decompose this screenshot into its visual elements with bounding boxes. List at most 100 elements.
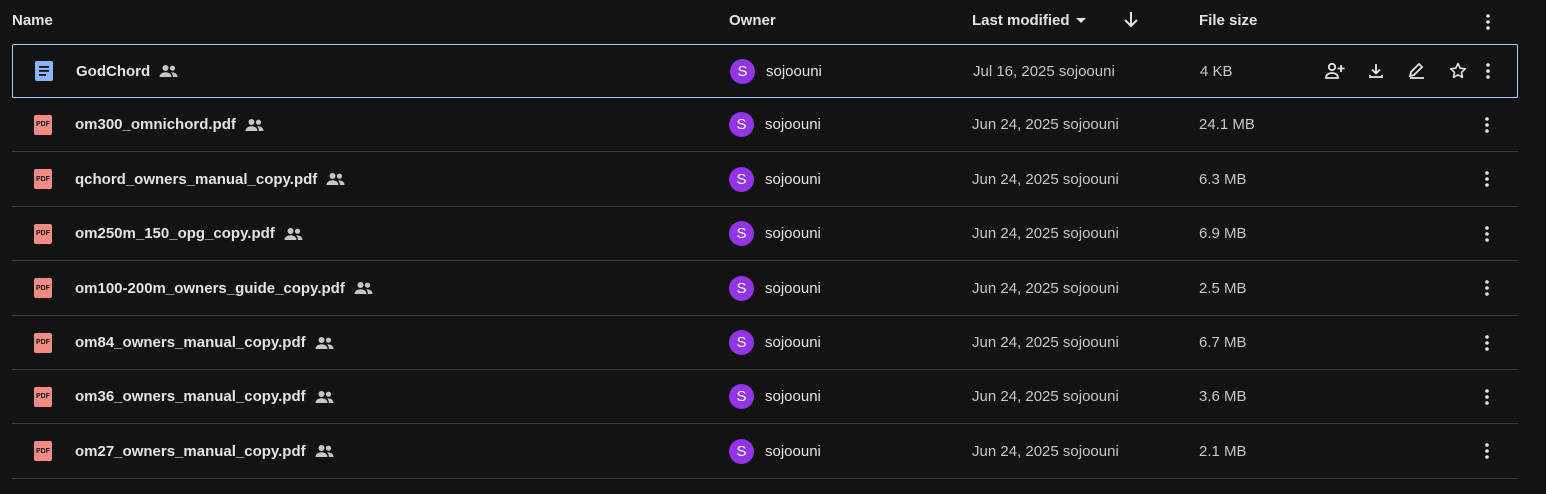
owner-name: sojoouni [765, 442, 821, 460]
row-actions [1314, 45, 1478, 97]
more-vert-icon[interactable] [1477, 98, 1497, 151]
avatar: S [729, 438, 754, 464]
owner-name: sojoouni [765, 116, 821, 134]
shared-people-icon [354, 281, 373, 295]
file-name-cell[interactable]: om300_omnichord.pdf [75, 98, 264, 151]
owner-name: sojoouni [765, 388, 821, 406]
last-modified-cell: Jun 24, 2025 sojoouni [972, 170, 1119, 188]
file-name: om36_owners_manual_copy.pdf [75, 388, 306, 406]
more-vert-icon[interactable] [1477, 153, 1497, 206]
table-row[interactable]: PDF om300_omnichord.pdf Ssojoouni Jun 24, 2… [12, 98, 1518, 153]
owner-cell: Ssojoouni [729, 370, 821, 423]
table-row[interactable]: PDF om250m_150_opg_copy.pdf Ssojoouni Jun 2… [12, 207, 1518, 262]
file-name: om27_owners_manual_copy.pdf [75, 442, 306, 460]
owner-name: sojoouni [765, 225, 821, 243]
more-vert-icon[interactable] [1477, 316, 1497, 369]
file-name-cell[interactable]: GodChord [76, 45, 178, 97]
owner-name: sojoouni [765, 334, 821, 351]
avatar: S [729, 166, 754, 192]
file-size-cell: 24.1 MB [1199, 116, 1255, 134]
last-modified-cell: Jun 24, 2025 sojoouni [972, 388, 1119, 406]
file-name-cell[interactable]: om100-200m_owners_guide_copy.pdf [75, 262, 373, 315]
pdf-icon-label: PDF [34, 169, 52, 190]
shared-people-icon [326, 172, 345, 186]
more-vert-icon[interactable] [1477, 370, 1497, 423]
more-vert-icon[interactable] [1477, 262, 1497, 315]
file-size-cell: 6.9 MB [1199, 225, 1247, 243]
file-name: om84_owners_manual_copy.pdf [75, 334, 306, 351]
pdf-icon-label: PDF [34, 332, 52, 353]
pdf-icon: PDF [34, 262, 52, 315]
pdf-icon-label: PDF [34, 441, 52, 462]
last-modified-cell: Jun 24, 2025 sojoouni [972, 442, 1119, 460]
avatar: S [729, 112, 754, 138]
avatar: S [730, 58, 755, 84]
owner-name: sojoouni [765, 170, 821, 188]
pdf-icon-label: PDF [34, 223, 52, 244]
owner-cell: Ssojoouni [730, 45, 822, 97]
table-row[interactable]: PDF om100-200m_owners_guide_copy.pdf Ssojo… [12, 262, 1518, 316]
rename-icon[interactable] [1396, 62, 1437, 80]
caret-down-icon [1075, 18, 1086, 23]
owner-cell: Ssojoouni [729, 207, 821, 260]
column-header-name[interactable]: Name [12, 12, 53, 29]
shared-people-icon [245, 118, 264, 132]
file-size-cell: 2.1 MB [1199, 442, 1247, 460]
table-row[interactable]: PDF om36_owners_manual_copy.pdf Ssojoouni J… [12, 370, 1518, 425]
last-modified-cell: Jun 24, 2025 sojoouni [972, 225, 1119, 243]
file-size-cell: 2.5 MB [1199, 279, 1247, 297]
avatar: S [729, 384, 754, 410]
file-name-cell[interactable]: om250m_150_opg_copy.pdf [75, 207, 303, 260]
pdf-icon: PDF [34, 370, 52, 423]
file-size-cell: 3.6 MB [1199, 388, 1247, 406]
file-name: om300_omnichord.pdf [75, 116, 236, 134]
owner-cell: Ssojoouni [729, 425, 821, 478]
shared-people-icon [315, 444, 334, 458]
arrow-down-icon[interactable] [1122, 10, 1140, 30]
column-header-owner[interactable]: Owner [729, 12, 776, 29]
file-name: om250m_150_opg_copy.pdf [75, 225, 275, 243]
shared-people-icon [284, 227, 303, 241]
more-vert-icon[interactable] [1478, 12, 1498, 32]
column-header-file-size[interactable]: File size [1199, 12, 1257, 29]
last-modified-cell: Jun 24, 2025 sojoouni [972, 116, 1119, 134]
file-name-cell[interactable]: om27_owners_manual_copy.pdf [75, 425, 334, 478]
column-header-last-modified[interactable]: Last modified [972, 12, 1086, 29]
pdf-icon: PDF [34, 316, 52, 369]
pdf-icon: PDF [34, 207, 52, 260]
file-name-cell[interactable]: om36_owners_manual_copy.pdf [75, 370, 334, 423]
owner-cell: Ssojoouni [729, 98, 821, 151]
last-modified-cell: Jun 24, 2025 sojoouni [972, 334, 1119, 351]
file-name-cell[interactable]: om84_owners_manual_copy.pdf [75, 316, 334, 369]
pdf-icon: PDF [34, 153, 52, 206]
owner-name: sojoouni [765, 279, 821, 297]
file-size-cell: 4 KB [1200, 62, 1233, 80]
column-header-last-modified-label: Last modified [972, 12, 1070, 29]
file-name-cell[interactable]: qchord_owners_manual_copy.pdf [75, 153, 345, 206]
table-row[interactable]: PDF om27_owners_manual_copy.pdf Ssojoouni J… [12, 425, 1518, 479]
avatar: S [729, 221, 754, 247]
last-modified-cell: Jul 16, 2025 sojoouni [973, 62, 1115, 80]
pdf-icon: PDF [34, 98, 52, 151]
shared-people-icon [315, 390, 334, 404]
download-icon[interactable] [1355, 62, 1396, 80]
file-name: GodChord [76, 62, 151, 80]
more-vert-icon[interactable] [1477, 425, 1497, 478]
shared-people-icon [159, 64, 178, 78]
file-name: qchord_owners_manual_copy.pdf [75, 170, 318, 188]
owner-cell: Ssojoouni [729, 262, 821, 315]
file-size-cell: 6.3 MB [1199, 170, 1247, 188]
table-row[interactable]: GodChord Ssojoouni Jul 16, 2025 sojoouni 4 … [12, 44, 1518, 98]
owner-cell: Ssojoouni [729, 153, 821, 206]
table-row[interactable]: PDF qchord_owners_manual_copy.pdf Ssojooun… [12, 153, 1518, 207]
doc-icon [35, 45, 53, 97]
pdf-icon-label: PDF [34, 114, 52, 135]
owner-cell: Ssojoouni [729, 316, 821, 369]
more-vert-icon[interactable] [1477, 207, 1497, 260]
shared-people-icon [315, 336, 334, 350]
star-icon[interactable] [1437, 62, 1478, 80]
table-row[interactable]: PDF om84_owners_manual_copy.pdf Ssojoouni J… [12, 316, 1518, 370]
file-list: Name Owner Last modified File size GodCh… [0, 0, 1546, 494]
more-vert-icon[interactable] [1478, 45, 1498, 97]
share-icon[interactable] [1314, 62, 1355, 80]
